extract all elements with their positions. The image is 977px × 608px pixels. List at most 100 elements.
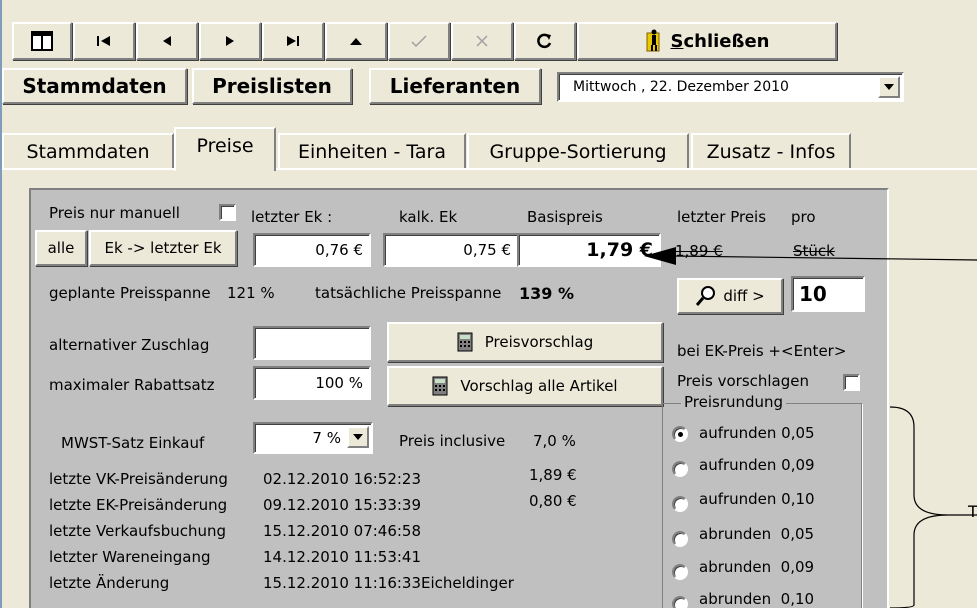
letzter-ek-label: letzter Ek : (251, 208, 333, 226)
chevron-down-icon (884, 84, 894, 90)
preis-nur-manuell-checkbox[interactable] (219, 204, 236, 221)
mwst-satz-label: MWST-Satz Einkauf (61, 434, 205, 452)
tab-zusatz-infos[interactable]: Zusatz - Infos (691, 133, 851, 169)
alle-button[interactable]: alle (35, 230, 87, 266)
last-record-icon (287, 36, 299, 46)
preis-vorschlagen-checkbox[interactable] (843, 374, 860, 391)
radio-label: aufrunden 0,05 (699, 424, 815, 442)
kalk-ek-field[interactable]: 0,75 € (383, 233, 519, 267)
preis-inclusive-value: 7,0 % (533, 432, 576, 450)
diff-button-label: diff > (723, 287, 765, 305)
vorschlag-alle-artikel-button[interactable]: Vorschlag alle Artikel (387, 366, 663, 406)
magnifier-icon (696, 286, 716, 306)
preisvorschlag-button[interactable]: Preisvorschlag (387, 322, 663, 362)
maximaler-rabattsatz-field[interactable]: 100 % (253, 366, 371, 400)
mwst-dropdown-button[interactable] (347, 426, 369, 448)
cancel-button[interactable] (451, 22, 513, 60)
diff-field[interactable]: 10 (791, 276, 865, 312)
confirm-icon (411, 35, 427, 48)
close-label: Schließen (670, 30, 770, 52)
history-date: 02.12.2010 16:52:23 (263, 470, 422, 488)
mwst-satz-value: 7 % (312, 429, 341, 447)
letzter-ek-field[interactable]: 0,76 € (253, 233, 371, 267)
date-dropdown-button[interactable] (878, 76, 900, 98)
history-label: letzter Wareneingang (49, 548, 211, 566)
radio-aufrunden-010[interactable] (672, 496, 688, 512)
first-record-button[interactable] (73, 22, 135, 60)
alternativer-zuschlag-field[interactable] (253, 326, 371, 360)
tab-einheiten-tara[interactable]: Einheiten - Tara (278, 133, 466, 169)
diff-button[interactable]: diff > (677, 278, 783, 314)
history-date: 15.12.2010 11:16:33 (263, 574, 422, 592)
preisrundung-title: Preisrundung (681, 393, 787, 411)
tab-preise[interactable]: Preise (174, 127, 276, 171)
confirm-button[interactable] (388, 22, 450, 60)
tab-gruppe-sortierung[interactable]: Gruppe-Sortierung (467, 133, 689, 169)
annotation-text: T (968, 502, 977, 521)
basispreis-label: Basispreis (527, 208, 603, 226)
history-date: 14.12.2010 11:53:41 (263, 548, 422, 566)
preislisten-button[interactable]: Preislisten (192, 68, 352, 104)
first-record-icon (97, 36, 110, 46)
chevron-down-icon (353, 434, 363, 440)
calculator-icon (432, 376, 448, 396)
last-record-button[interactable] (262, 22, 324, 60)
layout-icon (31, 31, 53, 51)
vorschlag-alle-artikel-label: Vorschlag alle Artikel (460, 377, 618, 395)
date-select[interactable]: Mittwoch , 22. Dezember 2010 (557, 72, 904, 102)
up-button[interactable] (325, 22, 387, 60)
alternativer-zuschlag-label: alternativer Zuschlag (49, 336, 210, 354)
radio-abrunden-010[interactable] (672, 596, 688, 608)
basispreis-field[interactable]: 1,79 € (517, 233, 661, 267)
pro-label: pro (791, 208, 816, 226)
radio-aufrunden-005[interactable] (672, 426, 688, 442)
history-label: letzte VK-Preisänderung (49, 470, 228, 488)
ek-to-letzter-ek-button[interactable]: Ek -> letzter Ek (89, 230, 237, 266)
application-window: Schließen Stammdaten Preislisten Liefera… (0, 0, 977, 608)
radio-label: abrunden 0,09 (699, 558, 815, 576)
geplante-preisspanne-value: 121 % (227, 284, 275, 302)
radio-label: abrunden 0,10 (699, 590, 815, 608)
radio-abrunden-009[interactable] (672, 564, 688, 580)
letzter-preis-label: letzter Preis (677, 208, 767, 226)
previous-record-icon (163, 36, 171, 46)
annotation-brace (889, 406, 977, 608)
toolbar: Schließen (12, 22, 838, 60)
tab-stammdaten[interactable]: Stammdaten (2, 133, 174, 169)
preisvorschlag-label: Preisvorschlag (484, 333, 594, 351)
history-extra: 1,89 € (529, 466, 577, 484)
previous-record-button[interactable] (136, 22, 198, 60)
exit-icon (646, 29, 659, 52)
annotation-arrow (644, 247, 977, 265)
bei-ek-preis-label: bei EK-Preis +<Enter> (677, 342, 847, 360)
tatsaechliche-preisspanne-label: tatsächliche Preisspanne (315, 284, 502, 302)
up-icon (350, 38, 362, 45)
history-date: 15.12.2010 07:46:58 (263, 522, 422, 540)
close-button[interactable]: Schließen (577, 22, 837, 60)
next-record-button[interactable] (199, 22, 261, 60)
tatsaechliche-preisspanne-value: 139 % (519, 284, 574, 303)
radio-label: aufrunden 0,09 (699, 456, 815, 474)
history-label: letzte Änderung (49, 574, 170, 592)
refresh-button[interactable] (514, 22, 576, 60)
radio-abrunden-005[interactable] (672, 531, 688, 547)
preis-inclusive-label: Preis inclusive (399, 432, 506, 450)
tab-divider (2, 168, 977, 170)
preis-nur-manuell-label: Preis nur manuell (49, 204, 180, 222)
refresh-icon (537, 33, 552, 49)
next-record-icon (226, 36, 234, 46)
maximaler-rabattsatz-label: maximaler Rabattsatz (49, 376, 215, 394)
stammdaten-button[interactable]: Stammdaten (2, 68, 187, 104)
kalk-ek-label: kalk. Ek (399, 208, 458, 226)
radio-aufrunden-009[interactable] (672, 461, 688, 477)
lieferanten-button[interactable]: Lieferanten (369, 68, 541, 104)
history-label: letzte EK-Preisänderung (49, 496, 228, 514)
history-label: letzte Verkaufsbuchung (49, 522, 227, 540)
geplante-preisspanne-label: geplante Preisspanne (49, 284, 211, 302)
cancel-icon (476, 35, 488, 47)
radio-label: aufrunden 0,10 (699, 490, 815, 508)
mwst-satz-select[interactable]: 7 % (253, 422, 373, 454)
radio-label: abrunden 0,05 (699, 525, 815, 543)
layout-button[interactable] (12, 22, 72, 60)
calculator-icon (457, 332, 473, 352)
